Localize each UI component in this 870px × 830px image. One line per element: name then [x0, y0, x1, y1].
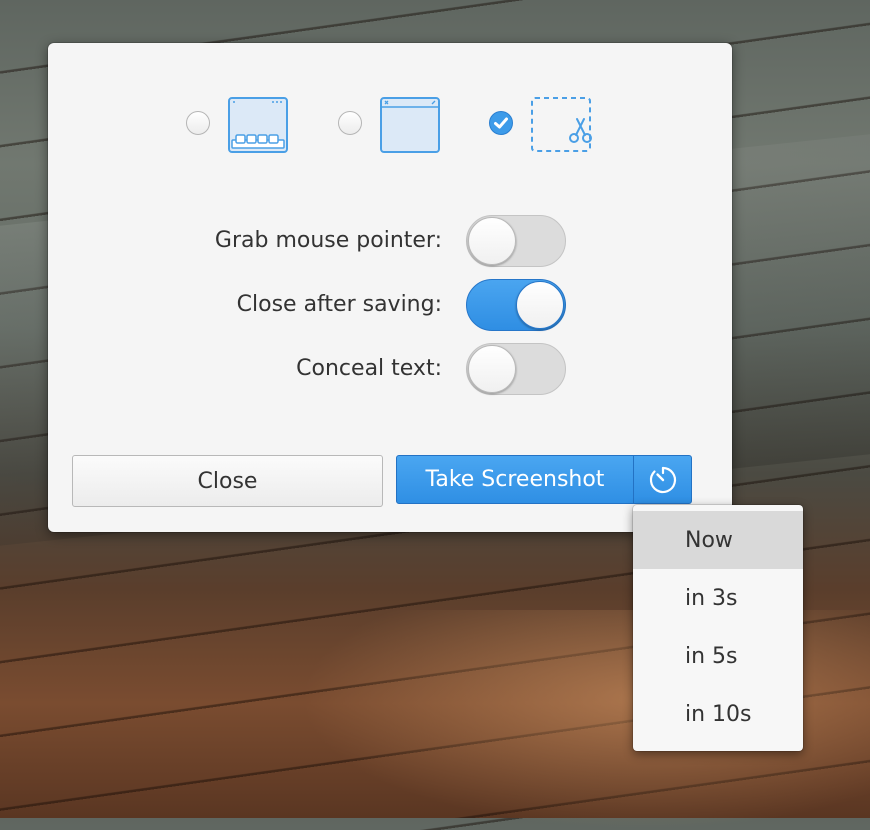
close-after-saving-label: Close after saving: — [236, 292, 442, 317]
grab-pointer-label: Grab mouse pointer: — [214, 228, 442, 253]
conceal-text-label: Conceal text: — [296, 356, 442, 381]
radio-current-window[interactable] — [338, 111, 362, 135]
grab-pointer-switch[interactable] — [466, 215, 566, 267]
conceal-text-switch[interactable] — [466, 343, 566, 395]
option-grab-pointer: Grab mouse pointer: — [48, 215, 732, 267]
timer-icon — [649, 466, 676, 493]
checkmark-icon — [494, 117, 508, 129]
delay-option-5s[interactable]: in 5s — [633, 627, 803, 685]
delay-option-now[interactable]: Now — [633, 511, 803, 569]
delay-option-10s[interactable]: in 10s — [633, 685, 803, 743]
window-icon — [380, 97, 440, 153]
mode-select-area[interactable] — [489, 97, 593, 153]
close-button[interactable]: Close — [72, 455, 383, 507]
screenshot-dialog: Grab mouse pointer: Close after saving: … — [48, 43, 732, 532]
delay-menu-button[interactable] — [633, 455, 692, 504]
mode-current-window[interactable] — [338, 97, 442, 153]
option-close-after-saving: Close after saving: — [48, 279, 732, 331]
radio-entire-screen[interactable] — [186, 111, 210, 135]
option-conceal-text: Conceal text: — [48, 343, 732, 395]
delay-menu: Now in 3s in 5s in 10s — [633, 505, 803, 751]
radio-select-area[interactable] — [489, 111, 513, 135]
switch-knob — [468, 345, 516, 393]
delay-option-3s[interactable]: in 3s — [633, 569, 803, 627]
selection-scissors-icon — [531, 97, 592, 152]
switch-knob — [468, 217, 516, 265]
close-after-saving-switch[interactable] — [466, 279, 566, 331]
take-screenshot-button[interactable]: Take Screenshot — [396, 455, 634, 504]
mode-entire-screen[interactable] — [186, 97, 290, 153]
screen-icon — [228, 97, 288, 153]
switch-knob — [516, 281, 564, 329]
